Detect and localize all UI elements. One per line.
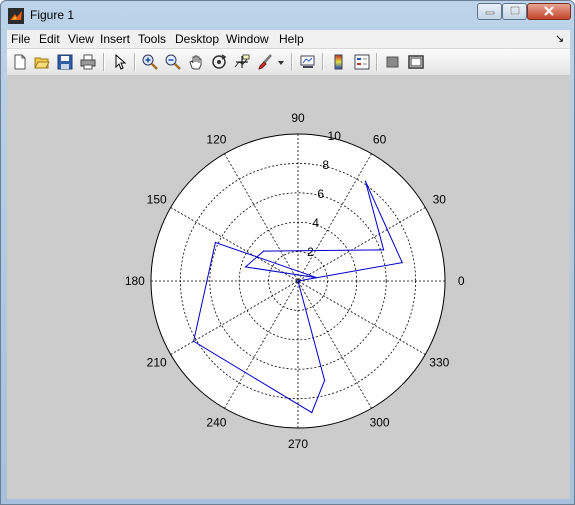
data-point [263, 250, 265, 252]
data-point [193, 340, 195, 342]
pointer-icon[interactable] [110, 52, 130, 72]
figure-canvas[interactable]: 0 30 60 90 120 150 180 210 240 270 300 330 2 4 6 8 10 [7, 76, 570, 499]
data-point [244, 266, 247, 268]
toolbar-separator [322, 53, 324, 71]
pan-hand-icon[interactable] [186, 52, 206, 72]
angle-tick-label: 330 [429, 356, 449, 370]
toolbar-separator [103, 53, 105, 71]
close-icon [543, 5, 555, 19]
maximize-icon [509, 5, 520, 19]
legend-icon[interactable] [352, 52, 372, 72]
data-point [214, 241, 216, 244]
angle-tick-label: 240 [206, 415, 226, 429]
radial-tick-label: 8 [322, 158, 329, 172]
zoom-in-icon[interactable] [140, 52, 160, 72]
save-icon[interactable] [55, 52, 75, 72]
close-button[interactable] [527, 3, 571, 20]
hide-plot-tools-icon[interactable] [383, 52, 403, 72]
data-point [364, 180, 367, 182]
toolbar-separator [134, 53, 136, 71]
data-point [311, 411, 313, 414]
zoom-out-icon[interactable] [163, 52, 183, 72]
angle-tick-label: 120 [206, 133, 226, 147]
angle-tick-label: 300 [370, 415, 390, 429]
menu-tools[interactable]: Tools [138, 32, 166, 46]
rotate-3d-icon[interactable] [209, 52, 229, 72]
colorbar-icon[interactable] [329, 52, 349, 72]
polar-axes[interactable]: 0 30 60 90 120 150 180 210 240 270 300 330 2 4 6 8 10 [7, 76, 570, 499]
open-file-icon[interactable] [32, 52, 52, 72]
menu-view[interactable]: View [68, 32, 94, 46]
figure-window: Figure 1 File Edit View Insert Tools Des… [0, 0, 575, 505]
toolbar-separator [291, 53, 293, 71]
menu-help[interactable]: Help [279, 32, 304, 46]
angle-tick-label: 30 [433, 192, 447, 206]
radial-tick-label: 2 [307, 245, 314, 259]
angle-tick-label: 270 [288, 437, 308, 451]
menu-desktop[interactable]: Desktop [175, 32, 219, 46]
menu-insert[interactable]: Insert [100, 32, 130, 46]
menu-edit[interactable]: Edit [39, 32, 60, 46]
new-figure-icon[interactable] [10, 52, 30, 72]
data-point [324, 379, 326, 381]
angle-tick-label: 90 [291, 111, 305, 125]
figure-toolbar [7, 49, 570, 76]
menu-window[interactable]: Window [226, 32, 269, 46]
radial-tick-label: 6 [317, 187, 324, 201]
window-title: Figure 1 [30, 8, 75, 22]
angle-tick-label: 0 [458, 274, 465, 288]
minimize-icon [485, 5, 495, 19]
print-icon[interactable] [78, 52, 98, 72]
data-point [383, 249, 385, 251]
angle-tick-label: 180 [125, 274, 145, 288]
data-point [401, 262, 403, 264]
matlab-logo-icon [8, 8, 24, 24]
maximize-button[interactable] [502, 3, 527, 20]
angle-tick-label: 60 [373, 133, 387, 147]
menu-file[interactable]: File [11, 32, 30, 46]
radial-tick-label: 10 [328, 129, 342, 143]
brush-icon[interactable] [255, 52, 275, 72]
menu-bar: File Edit View Insert Tools Desktop Wind… [7, 30, 570, 49]
minimize-button[interactable] [477, 3, 502, 20]
link-plot-icon[interactable] [298, 52, 318, 72]
toolbar-separator [376, 53, 378, 71]
brush-dropdown-icon[interactable] [274, 52, 286, 72]
data-point [316, 277, 318, 279]
data-cursor-icon[interactable] [232, 52, 252, 72]
data-point [297, 280, 299, 282]
angle-tick-label: 210 [147, 356, 167, 370]
dock-figure-icon[interactable]: ↘ [555, 32, 564, 45]
radial-tick-label: 4 [312, 216, 319, 230]
title-bar[interactable]: Figure 1 [1, 1, 574, 30]
angle-tick-label: 150 [147, 192, 167, 206]
show-plot-tools-icon[interactable] [406, 52, 426, 72]
